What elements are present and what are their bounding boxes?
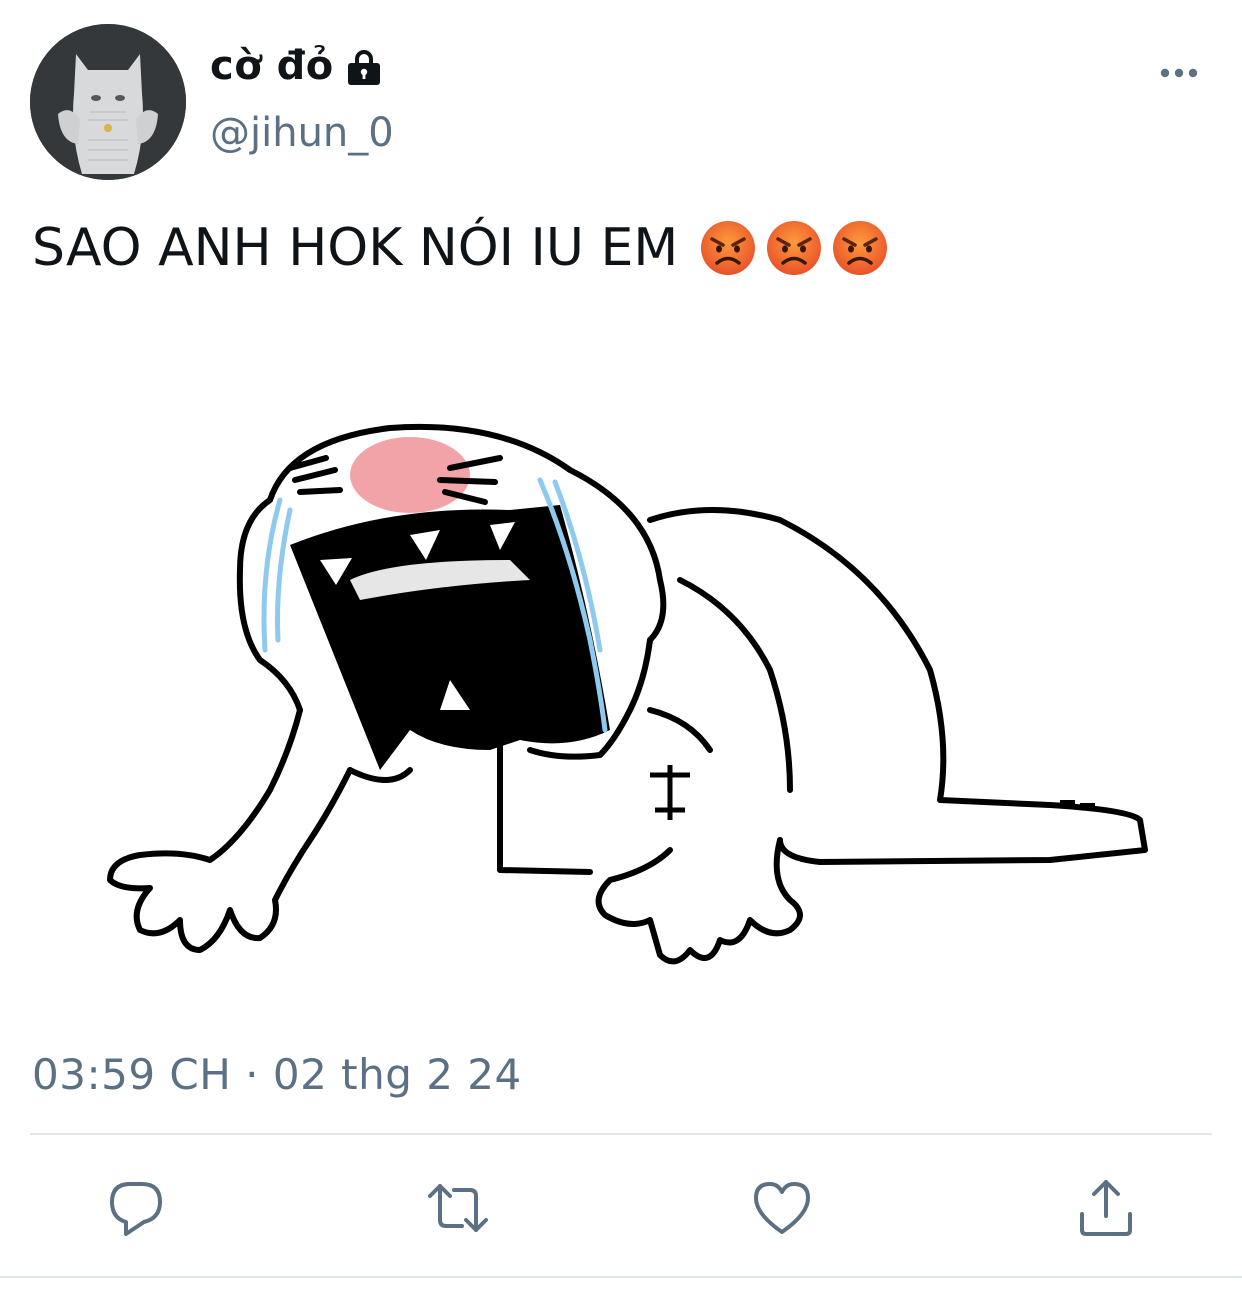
more-icon[interactable] [1156, 58, 1202, 88]
tweet-text: SAO ANH HOK NÓI IU EM [32, 218, 888, 278]
user-handle[interactable]: @jihun_0 [210, 110, 394, 156]
like-button[interactable] [750, 1176, 814, 1240]
divider [0, 1276, 1242, 1278]
avatar[interactable] [30, 24, 186, 180]
heart-icon [754, 1182, 810, 1234]
avatar-image [30, 24, 186, 180]
lock-icon [344, 47, 384, 87]
emoji-group [700, 220, 888, 276]
retweet-icon [428, 1184, 488, 1232]
reply-icon [110, 1182, 162, 1236]
tweet-detail: cờ đỏ @jihun_0 SAO ANH HOK NÓI IU EM 03:… [0, 0, 1242, 1298]
angry-face-emoji [767, 221, 822, 275]
retweet-button[interactable] [426, 1176, 490, 1240]
tweet-media-image[interactable] [90, 410, 1160, 990]
angry-face-emoji [701, 221, 756, 275]
share-button[interactable] [1074, 1176, 1138, 1240]
divider [30, 1133, 1212, 1135]
author-name-row[interactable]: cờ đỏ [210, 42, 384, 90]
crying-meme-drawing [107, 423, 1148, 965]
tweet-timestamp[interactable]: 03:59 CH · 02 thg 2 24 [32, 1050, 522, 1099]
share-icon [1080, 1180, 1132, 1236]
tweet-body: SAO ANH HOK NÓI IU EM [32, 218, 679, 278]
reply-button[interactable] [104, 1176, 168, 1240]
display-name[interactable]: cờ đỏ [210, 43, 334, 89]
angry-face-emoji [833, 221, 888, 275]
